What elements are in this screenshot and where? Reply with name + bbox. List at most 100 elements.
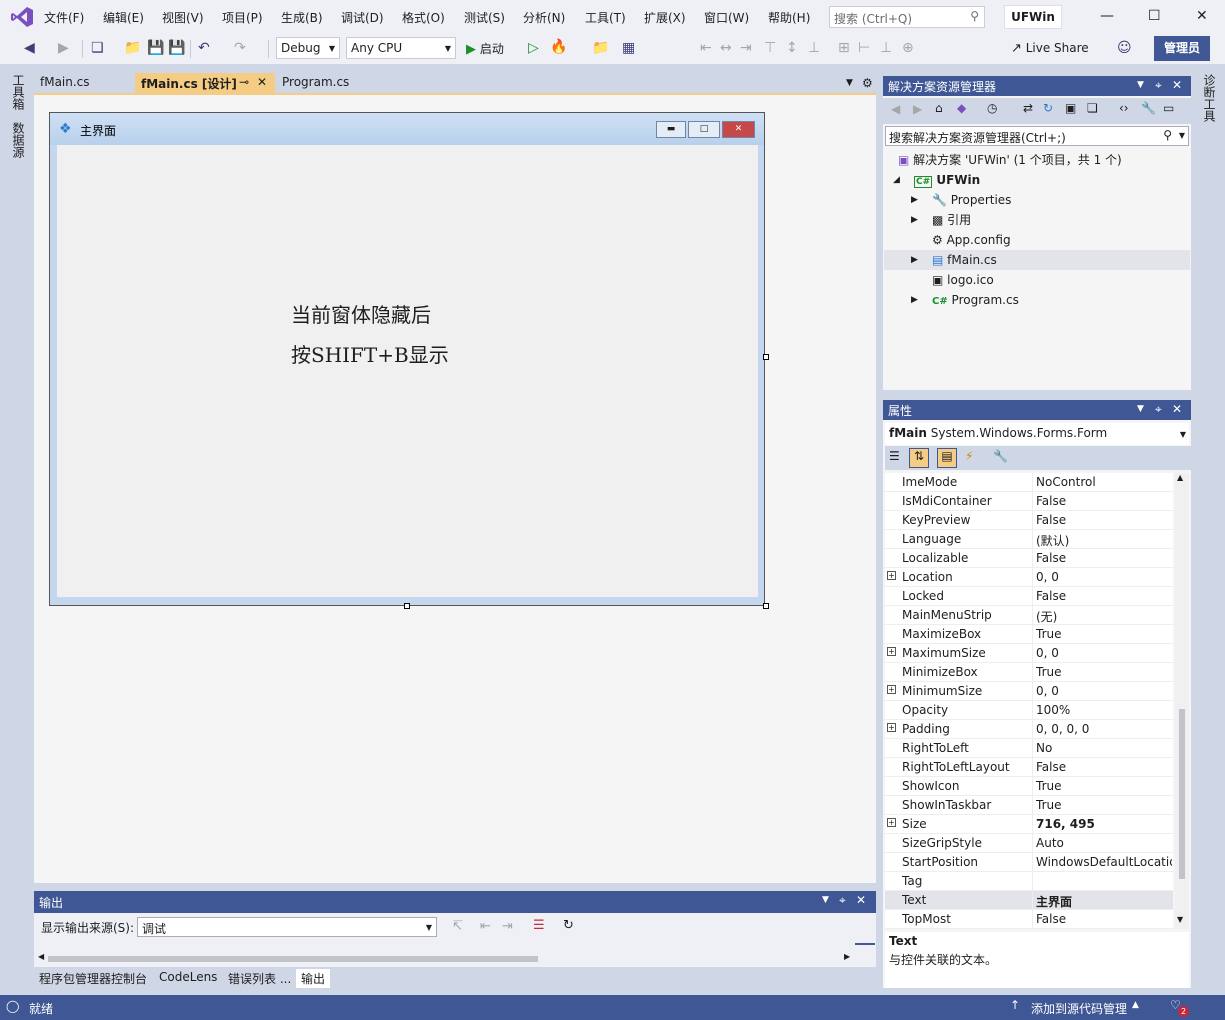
property-value[interactable]: 0, 0 bbox=[1036, 684, 1172, 698]
navigate-forward-icon[interactable]: ▶ bbox=[58, 40, 69, 56]
scroll-left-icon[interactable]: ◀ bbox=[38, 952, 44, 961]
panel-options-icon[interactable]: ▼ bbox=[1137, 404, 1144, 414]
property-value[interactable]: True bbox=[1036, 779, 1172, 793]
tree-app-config[interactable]: ⚙ App.config bbox=[932, 230, 1182, 250]
tab-overflow-icon[interactable]: ▼ bbox=[846, 78, 853, 88]
close-icon[interactable]: ✕ bbox=[1172, 402, 1182, 416]
property-value[interactable]: (默认) bbox=[1036, 532, 1172, 549]
close-icon[interactable]: ✕ bbox=[856, 893, 866, 907]
expanded-arrow-icon[interactable]: ◢ bbox=[893, 175, 900, 185]
expand-plus-icon[interactable]: + bbox=[887, 647, 896, 656]
property-value[interactable]: 0, 0 bbox=[1036, 570, 1172, 584]
chevron-down-icon[interactable]: ▼ bbox=[1179, 131, 1185, 140]
property-row[interactable]: + Padding 0, 0, 0, 0 bbox=[885, 720, 1173, 739]
scroll-down-icon[interactable]: ▼ bbox=[1177, 915, 1183, 924]
property-value[interactable]: 0, 0 bbox=[1036, 646, 1172, 660]
property-value[interactable]: No bbox=[1036, 741, 1172, 755]
platform-dropdown[interactable]: Any CPU ▼ bbox=[346, 37, 456, 59]
next-message-icon[interactable]: ⇥ bbox=[502, 919, 513, 934]
property-grid-scrollbar[interactable]: ▲ ▼ bbox=[1175, 473, 1189, 929]
property-row[interactable]: + Location 0, 0 bbox=[885, 568, 1173, 587]
start-without-debugging-icon[interactable]: ▷ bbox=[528, 40, 539, 56]
align-rights-icon[interactable]: ⇥ bbox=[740, 40, 752, 56]
collapsed-arrow-icon[interactable]: ▶ bbox=[911, 195, 918, 205]
collapse-all-icon[interactable]: ▣ bbox=[1065, 101, 1076, 115]
layout-icon[interactable]: ▦ bbox=[622, 40, 635, 56]
tab-error-list[interactable]: 错误列表 ... bbox=[223, 969, 297, 988]
resize-handle-bottom[interactable] bbox=[404, 603, 410, 609]
zoom-icon[interactable]: ⊕ bbox=[902, 40, 914, 56]
align-centers-icon[interactable]: ↔ bbox=[720, 40, 732, 56]
menu-build[interactable]: 生成(B) bbox=[281, 9, 323, 26]
tree-logo-ico[interactable]: ▣ logo.ico bbox=[932, 270, 1182, 290]
home-icon[interactable]: ⌂ bbox=[935, 101, 943, 115]
form-hint-label[interactable]: 当前窗体隐藏后 按SHIFT+B显示 bbox=[291, 295, 449, 375]
sync-icon[interactable]: ⇄ bbox=[1023, 101, 1033, 115]
property-row[interactable]: KeyPreview False bbox=[885, 511, 1173, 530]
find-message-icon[interactable]: ↸ bbox=[452, 919, 463, 934]
property-row[interactable]: TopMost False bbox=[885, 910, 1173, 929]
property-row[interactable]: RightToLeftLayout False bbox=[885, 758, 1173, 777]
tab-output[interactable]: 输出 bbox=[296, 969, 331, 988]
hot-reload-icon[interactable]: 🔥 bbox=[550, 39, 567, 55]
menu-file[interactable]: 文件(F) bbox=[44, 9, 84, 26]
tree-references[interactable]: ▩ 引用 bbox=[932, 210, 1182, 230]
property-value[interactable]: False bbox=[1036, 589, 1172, 603]
property-value[interactable]: True bbox=[1036, 627, 1172, 641]
property-row[interactable]: Text 主界面 bbox=[885, 891, 1173, 910]
solution-search-input[interactable]: 搜索解决方案资源管理器(Ctrl+;) ⚲ ▼ bbox=[885, 126, 1189, 146]
property-row[interactable]: RightToLeft No bbox=[885, 739, 1173, 758]
scroll-thumb[interactable] bbox=[48, 956, 538, 962]
property-value[interactable]: 主界面 bbox=[1036, 893, 1172, 910]
collapsed-arrow-icon[interactable]: ▶ bbox=[911, 295, 918, 305]
property-row[interactable]: Tag bbox=[885, 872, 1173, 891]
view-code-icon[interactable]: ‹› bbox=[1119, 101, 1129, 115]
expand-plus-icon[interactable]: + bbox=[887, 685, 896, 694]
admin-badge[interactable]: 管理员 bbox=[1154, 36, 1210, 61]
live-share-button[interactable]: ↗ Live Share bbox=[1011, 41, 1089, 56]
make-same-width-icon[interactable]: ⊢ bbox=[858, 40, 870, 56]
panel-options-icon[interactable]: ▼ bbox=[822, 895, 829, 905]
maximize-icon[interactable]: ☐ bbox=[1148, 8, 1161, 24]
tree-properties[interactable]: 🔧 Properties bbox=[932, 190, 1182, 210]
tab-fmain-code[interactable]: fMain.cs bbox=[34, 73, 134, 94]
close-tab-icon[interactable]: ✕ bbox=[257, 75, 267, 89]
expand-plus-icon[interactable]: + bbox=[887, 571, 896, 580]
collapsed-arrow-icon[interactable]: ▶ bbox=[911, 255, 918, 265]
navigate-back-icon[interactable]: ◀ bbox=[24, 40, 35, 56]
pin-icon[interactable]: ⊸ bbox=[239, 75, 249, 89]
minimize-icon[interactable]: — bbox=[1100, 8, 1114, 24]
refresh-icon[interactable]: ↻ bbox=[1043, 101, 1053, 115]
property-value[interactable]: WindowsDefaultLocation bbox=[1036, 855, 1172, 869]
save-all-icon[interactable]: 💾 bbox=[168, 40, 185, 56]
align-lefts-icon[interactable]: ⇤ bbox=[700, 40, 712, 56]
pending-changes-icon[interactable]: ◷ bbox=[987, 101, 997, 115]
property-row[interactable]: ShowIcon True bbox=[885, 777, 1173, 796]
property-row[interactable]: MainMenuStrip (无) bbox=[885, 606, 1173, 625]
tree-project-ufwin[interactable]: C# UFWin bbox=[914, 170, 1184, 190]
property-value[interactable]: 100% bbox=[1036, 703, 1172, 717]
menu-help[interactable]: 帮助(H) bbox=[768, 9, 810, 26]
menu-tools[interactable]: 工具(T) bbox=[585, 9, 626, 26]
chevron-up-icon[interactable]: ▲ bbox=[1132, 1000, 1139, 1010]
property-row[interactable]: + Size 716, 495 bbox=[885, 815, 1173, 834]
menu-project[interactable]: 项目(P) bbox=[222, 9, 263, 26]
property-value[interactable]: False bbox=[1036, 494, 1172, 508]
menu-extensions[interactable]: 扩展(X) bbox=[644, 9, 686, 26]
property-value[interactable]: 0, 0, 0, 0 bbox=[1036, 722, 1172, 736]
property-value[interactable]: False bbox=[1036, 551, 1172, 565]
property-value[interactable]: 716, 495 bbox=[1036, 817, 1172, 831]
back-icon[interactable]: ◀ bbox=[891, 102, 900, 116]
property-value[interactable]: False bbox=[1036, 912, 1172, 926]
property-row[interactable]: + MaximumSize 0, 0 bbox=[885, 644, 1173, 663]
tab-program[interactable]: Program.cs bbox=[276, 73, 392, 94]
account-feedback-icon[interactable]: ☺ bbox=[1117, 40, 1132, 56]
switch-views-icon[interactable]: ◆ bbox=[957, 101, 966, 115]
property-row[interactable]: IsMdiContainer False bbox=[885, 492, 1173, 511]
visual-studio-logo-icon[interactable] bbox=[10, 6, 34, 28]
property-row[interactable]: Opacity 100% bbox=[885, 701, 1173, 720]
diagnostic-tools-tab[interactable]: 诊断工具 bbox=[1201, 74, 1218, 122]
properties-wrench-icon[interactable]: 🔧 bbox=[1141, 101, 1156, 115]
property-row[interactable]: + MinimumSize 0, 0 bbox=[885, 682, 1173, 701]
scroll-thumb[interactable] bbox=[1179, 709, 1185, 879]
